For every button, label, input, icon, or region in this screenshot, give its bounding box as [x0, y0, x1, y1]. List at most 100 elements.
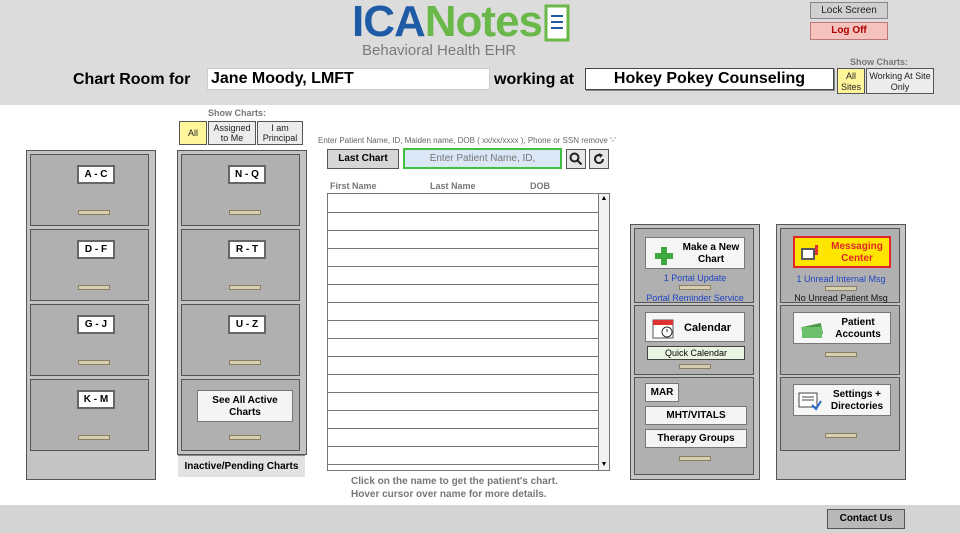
panel-right: Messaging Center 1 Unread Internal Msg N… — [776, 224, 906, 480]
drawer-label: K - M — [77, 390, 115, 409]
messaging-center-button[interactable]: Messaging Center — [793, 236, 891, 268]
list-row-divider — [328, 464, 599, 465]
drawer-label: N - Q — [228, 165, 266, 184]
drawer-label: U - Z — [228, 315, 266, 334]
make-new-chart-button[interactable]: Make a New Chart — [645, 237, 745, 269]
drawer-n-q[interactable]: N - Q — [181, 154, 300, 226]
patient-accounts-button[interactable]: Patient Accounts — [793, 312, 891, 344]
list-row-divider — [328, 410, 599, 411]
scroll-down-arrow-icon[interactable]: ▼ — [599, 460, 609, 470]
tile-make-chart: Make a New Chart 1 Portal Update Portal … — [634, 228, 754, 303]
drawer-handle — [229, 210, 261, 215]
magnifier-icon — [569, 152, 583, 166]
mailbox-icon — [801, 245, 818, 260]
list-row-divider — [328, 356, 599, 357]
portal-reminder-link[interactable]: Portal Reminder Service — [635, 293, 755, 303]
money-icon — [801, 323, 824, 338]
calendar-button[interactable]: Calendar — [645, 312, 745, 342]
contact-us-button[interactable]: Contact Us — [827, 509, 905, 529]
make-new-chart-label: Make a New Chart — [682, 242, 740, 265]
list-row-divider — [328, 446, 599, 447]
list-row-divider — [328, 320, 599, 321]
column-dob: DOB — [530, 181, 550, 191]
drawer-k-m[interactable]: K - M — [30, 379, 149, 451]
mar-button[interactable]: MAR — [645, 383, 679, 402]
user-name-field: Jane Moody, LMFT — [207, 68, 490, 90]
filter-all-button[interactable]: All — [179, 121, 207, 145]
mht-vitals-button[interactable]: MHT/VITALS — [645, 406, 747, 425]
unread-patient-link[interactable]: No Unread Patient Msg — [781, 293, 901, 303]
list-row-divider — [328, 266, 599, 267]
unread-internal-link[interactable]: 1 Unread Internal Msg — [781, 274, 901, 284]
portal-update-link[interactable]: 1 Portal Update — [635, 273, 755, 283]
drawer-g-j[interactable]: G - J — [30, 304, 149, 376]
site-name-field[interactable]: Hokey Pokey Counseling — [585, 68, 834, 90]
tile-handle — [679, 364, 711, 369]
lock-screen-button[interactable]: Lock Screen — [810, 2, 888, 19]
show-charts-filter-label: Show Charts: — [208, 108, 267, 118]
logo-subtitle: Behavioral Health EHR — [362, 42, 517, 59]
patient-list[interactable]: ▲ ▼ — [327, 193, 610, 471]
drawer-r-t[interactable]: R - T — [181, 229, 300, 301]
list-hint-line2: Hover cursor over name for more details. — [351, 489, 547, 500]
list-row-divider — [328, 212, 599, 213]
column-first-name: First Name — [330, 181, 377, 191]
all-sites-button[interactable]: All Sites — [837, 68, 865, 94]
tile-handle — [679, 456, 711, 461]
tile-calendar: Calendar Quick Calendar — [634, 305, 754, 375]
drawer-label: R - T — [228, 240, 266, 259]
list-row-divider — [328, 248, 599, 249]
drawer-d-f[interactable]: D - F — [30, 229, 149, 301]
tile-settings: Settings + Directories — [780, 377, 900, 451]
column-last-name: Last Name — [430, 181, 476, 191]
list-row-divider — [328, 392, 599, 393]
settings-directories-label: Settings + Directories — [830, 389, 884, 412]
list-hint-line1: Click on the name to get the patient's c… — [351, 476, 558, 487]
drawer-label: D - F — [77, 240, 115, 259]
notes-document-icon — [544, 4, 570, 42]
log-off-button[interactable]: Log Off — [810, 22, 888, 40]
list-row-divider — [328, 374, 599, 375]
scroll-up-arrow-icon[interactable]: ▲ — [599, 194, 609, 204]
list-row-divider — [328, 428, 599, 429]
list-row-divider — [328, 302, 599, 303]
drawer-handle — [229, 435, 261, 440]
working-at-site-only-button[interactable]: Working At Site Only — [866, 68, 934, 94]
calendar-label: Calendar — [684, 322, 732, 334]
drawer-handle — [78, 285, 110, 290]
tile-messaging: Messaging Center 1 Unread Internal Msg N… — [780, 228, 900, 303]
list-row-divider — [328, 230, 599, 231]
list-hint: Click on the name to get the patient's c… — [351, 475, 558, 501]
messaging-center-label: Messaging Center — [831, 241, 883, 264]
settings-directories-button[interactable]: Settings + Directories — [793, 384, 891, 416]
drawer-label: A - C — [77, 165, 115, 184]
search-button[interactable] — [566, 149, 586, 169]
chart-room-label: Chart Room for — [73, 71, 191, 88]
drawer-see-all: See All Active Charts — [181, 379, 300, 451]
list-scrollbar[interactable]: ▲ ▼ — [598, 194, 609, 470]
drawer-handle — [78, 435, 110, 440]
therapy-groups-button[interactable]: Therapy Groups — [645, 429, 747, 448]
inactive-pending-charts-link[interactable]: Inactive/Pending Charts — [178, 455, 305, 477]
working-at-label: working at — [494, 71, 575, 88]
file-cabinet-left: A - C D - F G - J K - M — [26, 150, 156, 480]
drawer-handle — [229, 285, 261, 290]
last-chart-button[interactable]: Last Chart — [327, 149, 399, 169]
footer-bar — [0, 505, 960, 533]
list-row-divider — [328, 284, 599, 285]
filter-principal-button[interactable]: I am Principal — [257, 121, 303, 145]
patient-accounts-label: Patient Accounts — [835, 317, 881, 340]
search-hint: Enter Patient Name, ID, Maiden name, DOB… — [318, 136, 616, 145]
drawer-handle — [78, 360, 110, 365]
tile-handle — [825, 352, 857, 357]
panel-center: Make a New Chart 1 Portal Update Portal … — [630, 224, 760, 480]
patient-search-input[interactable] — [403, 148, 562, 169]
see-all-active-charts-button[interactable]: See All Active Charts — [197, 390, 293, 422]
drawer-u-z[interactable]: U - Z — [181, 304, 300, 376]
filter-assigned-button[interactable]: Assigned to Me — [208, 121, 256, 145]
quick-calendar-button[interactable]: Quick Calendar — [647, 346, 745, 360]
drawer-a-c[interactable]: A - C — [30, 154, 149, 226]
plus-icon — [655, 247, 673, 265]
tile-groups: MAR MHT/VITALS Therapy Groups — [634, 377, 754, 475]
refresh-button[interactable] — [589, 149, 609, 169]
